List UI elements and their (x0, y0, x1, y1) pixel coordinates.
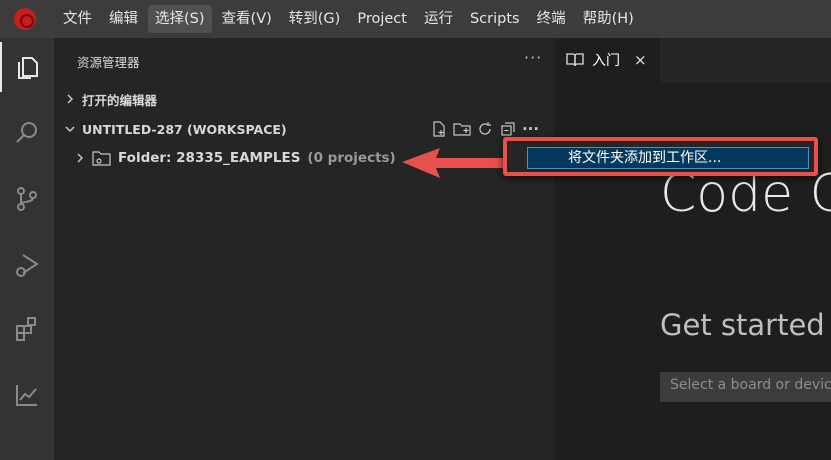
folder-label: Folder: 28335_EAMPLES (118, 150, 301, 166)
open-editors-section[interactable]: 打开的编辑器 (54, 87, 554, 111)
menu-bar: 文件 编辑 选择(S) 查看(V) 转到(G) Project 运行 Scrip… (0, 0, 831, 38)
folder-icon (92, 151, 111, 166)
menu-scripts[interactable]: Scripts (463, 5, 527, 33)
app-logo (14, 8, 36, 30)
menu-selection[interactable]: 选择(S) (148, 5, 212, 33)
menu-go[interactable]: 转到(G) (282, 5, 348, 33)
add-folder-to-workspace-menu-item[interactable]: 将文件夹添加到工作区... (527, 147, 809, 169)
board-select-input[interactable]: Select a board or device (660, 372, 831, 402)
search-icon[interactable] (0, 108, 54, 158)
menu-project[interactable]: Project (350, 5, 414, 33)
open-editors-label: 打开的编辑器 (82, 92, 158, 108)
menu-view[interactable]: 查看(V) (215, 5, 279, 33)
tab-label: 入门 (592, 53, 620, 69)
menu-help[interactable]: 帮助(H) (576, 5, 641, 33)
context-menu: 将文件夹添加到工作区... (503, 137, 818, 176)
workspace-toolbar: ··· (427, 120, 542, 138)
editor-tab-bar: 入门 × (554, 38, 831, 82)
menu-edit[interactable]: 编辑 (102, 5, 145, 33)
chevron-right-icon (77, 153, 84, 163)
explorer-icon[interactable] (0, 42, 54, 92)
chevron-right-icon (67, 94, 74, 104)
workspace-more-icon[interactable]: ··· (519, 120, 542, 138)
refresh-icon[interactable] (473, 120, 496, 138)
workspace-label: UNTITLED-287 (WORKSPACE) (82, 121, 287, 137)
close-icon[interactable]: × (634, 51, 647, 69)
source-control-icon[interactable] (0, 174, 54, 224)
chart-icon[interactable] (0, 370, 54, 420)
more-actions-icon[interactable]: ··· (524, 48, 542, 67)
book-icon (566, 53, 584, 67)
folder-project-count: (0 projects) (307, 150, 396, 166)
extensions-icon[interactable] (0, 304, 54, 354)
collapse-all-icon[interactable] (496, 120, 519, 138)
annotation-arrow-icon (402, 148, 508, 178)
chevron-down-icon (65, 126, 75, 133)
activity-bar (0, 38, 54, 460)
workspace-section[interactable]: UNTITLED-287 (WORKSPACE) ··· (54, 117, 554, 141)
menu-run[interactable]: 运行 (417, 5, 460, 33)
sidebar-title: 资源管理器 (77, 55, 140, 70)
run-debug-icon[interactable] (0, 240, 54, 290)
menu-terminal[interactable]: 终端 (530, 5, 573, 33)
menu-file[interactable]: 文件 (56, 5, 99, 33)
get-started-heading: Get started (660, 308, 825, 342)
new-file-icon[interactable] (427, 120, 450, 138)
explorer-sidebar: 资源管理器 ··· 打开的编辑器 UNTITLED-287 (WORKSPACE… (54, 38, 554, 460)
new-folder-icon[interactable] (450, 120, 473, 138)
tab-getting-started[interactable]: 入门 × (554, 38, 660, 82)
